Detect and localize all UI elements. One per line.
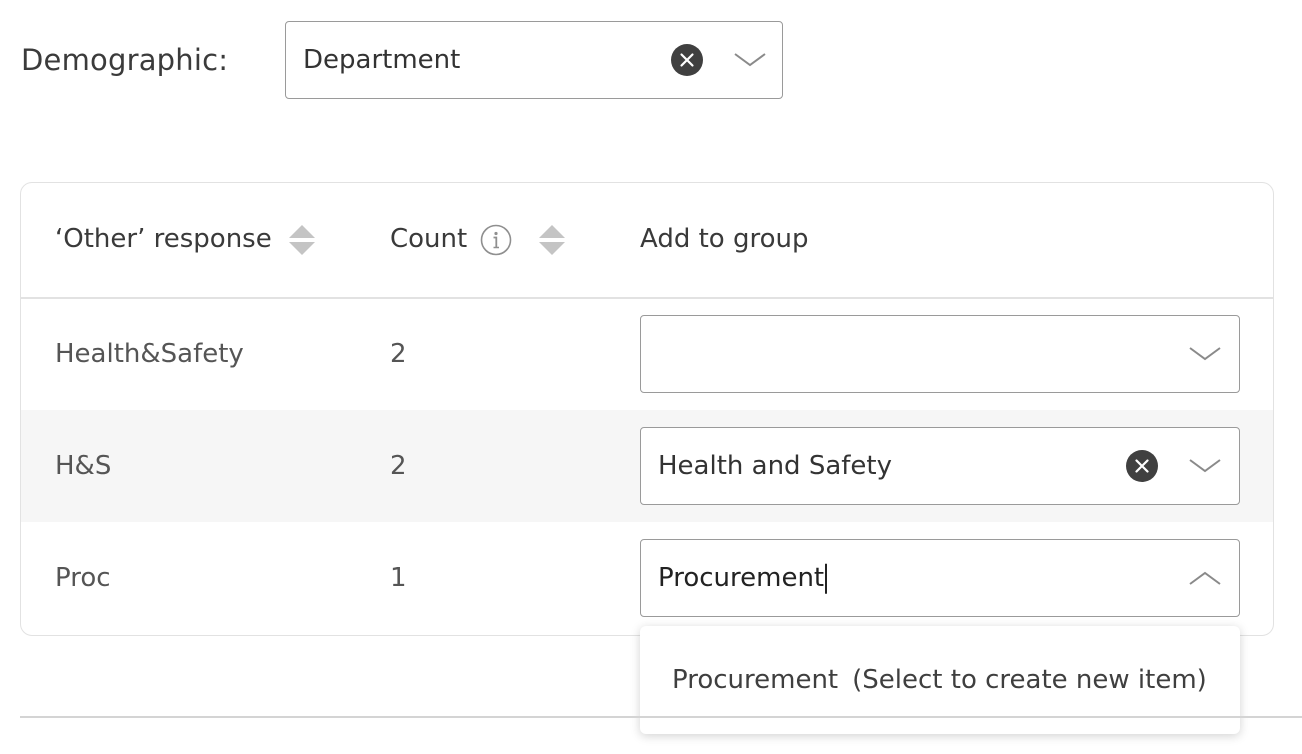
column-header-label: ‘Other’ response bbox=[55, 224, 272, 254]
group-select-value: Procurement bbox=[658, 563, 827, 594]
text-caret bbox=[825, 563, 827, 594]
responses-table: ‘Other’ response Count Add to group Heal… bbox=[20, 182, 1274, 636]
sort-icon[interactable] bbox=[537, 223, 567, 257]
option-value: Procurement bbox=[672, 665, 839, 695]
count-cell: 2 bbox=[390, 451, 407, 481]
group-input-text: Procurement bbox=[658, 562, 825, 593]
response-cell: H&S bbox=[55, 451, 112, 481]
clear-icon[interactable] bbox=[671, 44, 703, 76]
count-cell: 2 bbox=[390, 339, 407, 369]
response-cell: Health&Safety bbox=[55, 339, 244, 369]
demographic-label: Demographic: bbox=[21, 43, 229, 77]
option-hint: (Select to create new item) bbox=[852, 665, 1207, 695]
demographic-select-value: Department bbox=[303, 45, 461, 75]
sort-icon[interactable] bbox=[287, 223, 317, 257]
table-row: Health&Safety 2 bbox=[21, 298, 1273, 410]
group-select[interactable] bbox=[640, 315, 1240, 393]
table-row: H&S 2 Health and Safety bbox=[21, 410, 1273, 522]
column-header-other-response[interactable]: ‘Other’ response bbox=[55, 219, 272, 259]
group-select-value: Health and Safety bbox=[658, 451, 892, 481]
column-header-count[interactable]: Count bbox=[390, 219, 467, 259]
dropdown-option-create[interactable]: Procurement (Select to create new item) bbox=[672, 665, 1207, 695]
demographic-select[interactable]: Department bbox=[285, 21, 783, 99]
chevron-down-icon[interactable] bbox=[1188, 344, 1222, 364]
response-cell: Proc bbox=[55, 563, 111, 593]
column-header-label: Count bbox=[390, 224, 468, 254]
clear-icon[interactable] bbox=[1126, 450, 1158, 482]
chevron-down-icon[interactable] bbox=[733, 50, 767, 70]
column-header-label: Add to group bbox=[640, 224, 809, 254]
section-divider bbox=[20, 716, 1302, 718]
count-cell: 1 bbox=[390, 563, 407, 593]
group-select-input[interactable]: Procurement bbox=[640, 539, 1240, 617]
column-header-add-to-group: Add to group bbox=[640, 219, 808, 259]
info-icon[interactable] bbox=[480, 224, 512, 256]
chevron-up-icon[interactable] bbox=[1188, 568, 1222, 588]
group-select[interactable]: Health and Safety bbox=[640, 427, 1240, 505]
chevron-down-icon[interactable] bbox=[1188, 456, 1222, 476]
table-row: Proc 1 Procurement bbox=[21, 522, 1273, 634]
group-dropdown-menu: Procurement (Select to create new item) bbox=[640, 626, 1240, 734]
